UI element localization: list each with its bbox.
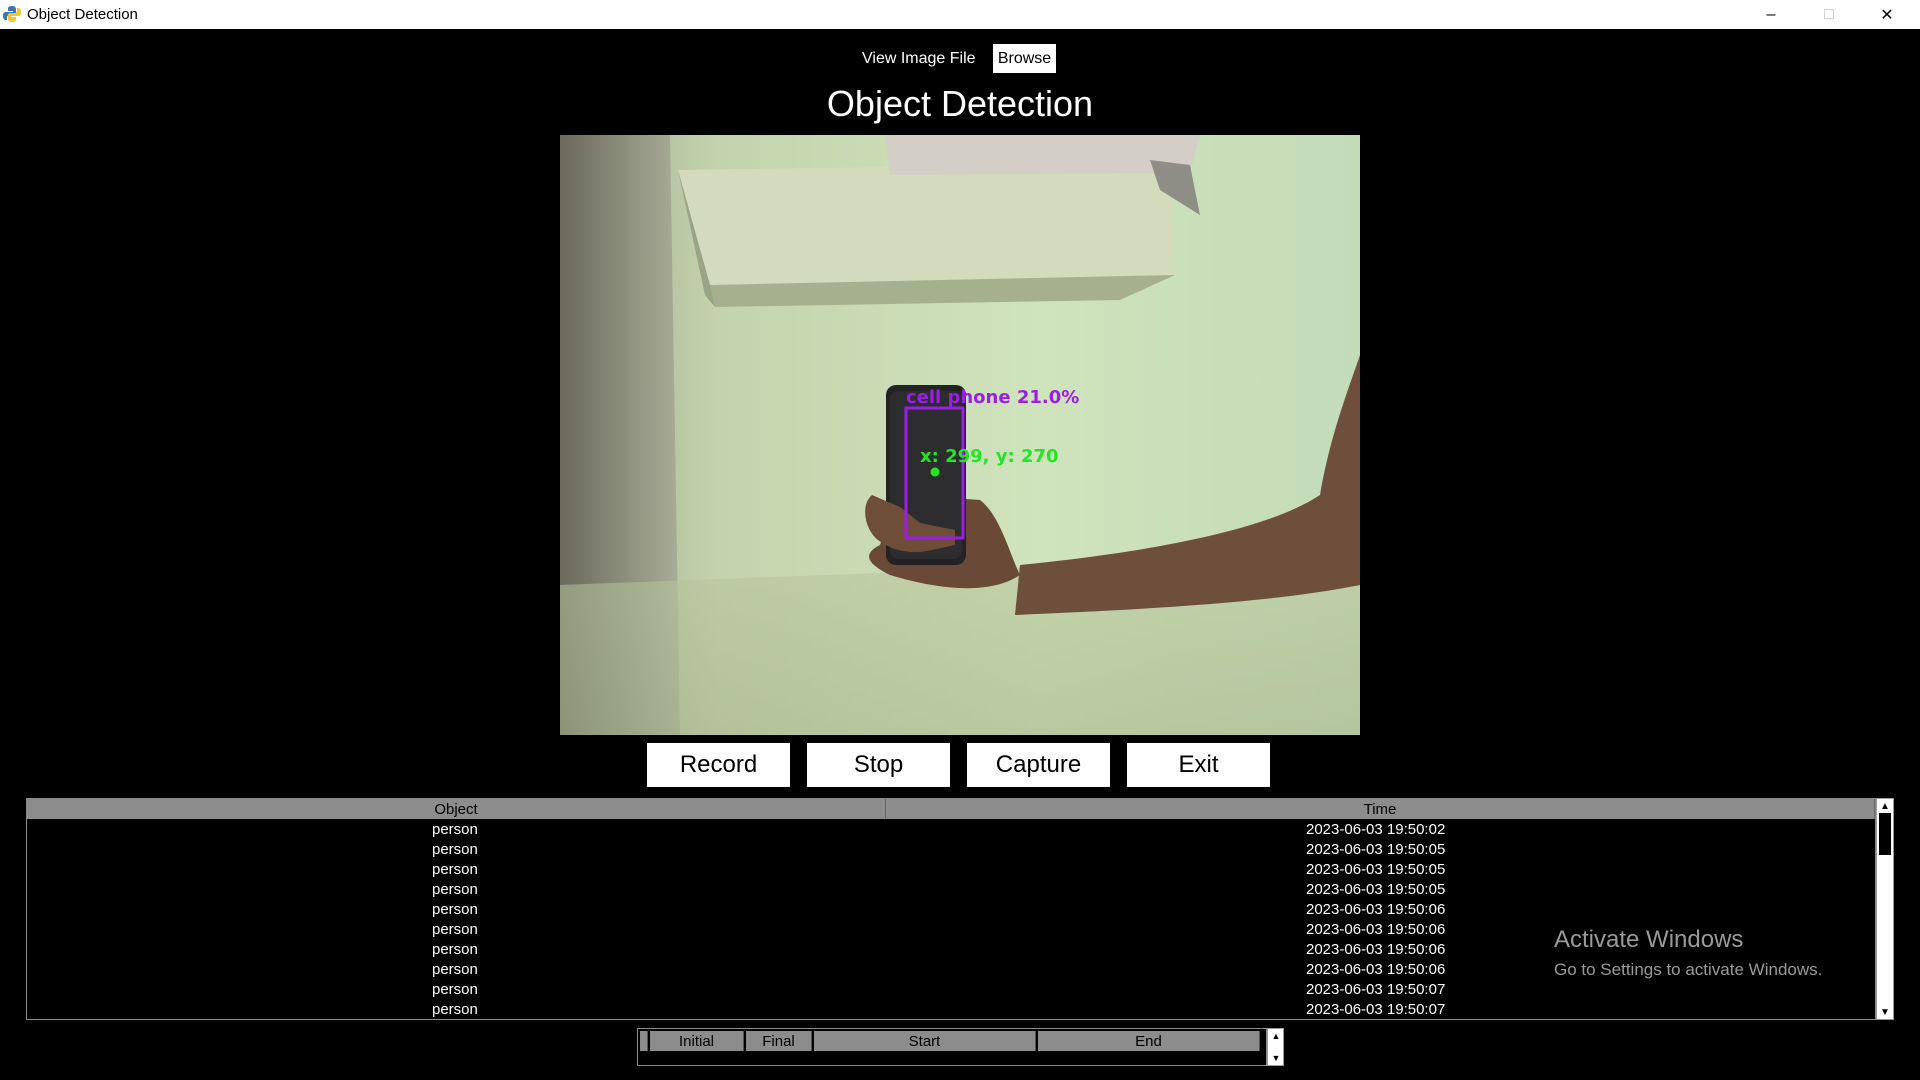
activate-windows-title: Activate Windows: [1554, 926, 1744, 953]
object-cell: person: [432, 1001, 478, 1018]
object-cell: person: [432, 901, 478, 918]
column-header-object[interactable]: Object: [27, 799, 886, 819]
object-cell: person: [432, 821, 478, 838]
scroll-down-icon[interactable]: ▼: [1268, 1052, 1284, 1064]
title-bar: Object Detection – □ ✕: [0, 0, 1920, 29]
time-cell: 2023-06-03 19:50:05: [1306, 881, 1446, 898]
table-row[interactable]: person 2023-06-03 19:50:05: [27, 880, 1875, 900]
time-cell: 2023-06-03 19:50:07: [1306, 1001, 1446, 1018]
column-header-blank: [640, 1031, 648, 1051]
session-table[interactable]: Initial Final Start End: [637, 1028, 1267, 1066]
object-cell: person: [432, 861, 478, 878]
maximize-button[interactable]: □: [1800, 0, 1858, 29]
table-row[interactable]: person 2023-06-03 19:50:05: [27, 840, 1875, 860]
session-scrollbar[interactable]: ▲ ▼: [1267, 1028, 1284, 1066]
time-cell: 2023-06-03 19:50:06: [1306, 901, 1446, 918]
column-header-initial[interactable]: Initial: [650, 1031, 744, 1051]
column-header-end[interactable]: End: [1038, 1031, 1260, 1051]
camera-feed: cell phone 21.0% x: 299, y: 270: [560, 135, 1360, 735]
time-cell: 2023-06-03 19:50:05: [1306, 841, 1446, 858]
column-header-start[interactable]: Start: [814, 1031, 1036, 1051]
detection-coordinates: x: 299, y: 270: [920, 446, 1059, 467]
camera-frame-image: cell phone 21.0% x: 299, y: 270: [560, 135, 1360, 735]
table-row[interactable]: person 2023-06-03 19:50:05: [27, 860, 1875, 880]
record-button[interactable]: Record: [646, 742, 791, 788]
python-icon: [3, 6, 21, 22]
object-cell: person: [432, 881, 478, 898]
time-cell: 2023-06-03 19:50:06: [1306, 921, 1446, 938]
log-rows: person 2023-06-03 19:50:02 person 2023-06-…: [27, 820, 1875, 1019]
object-cell: person: [432, 941, 478, 958]
scroll-up-icon[interactable]: ▲: [1268, 1030, 1284, 1042]
stop-button[interactable]: Stop: [806, 742, 951, 788]
window-title: Object Detection: [27, 6, 138, 23]
time-cell: 2023-06-03 19:50:05: [1306, 861, 1446, 878]
view-image-file-label: View Image File: [862, 50, 976, 67]
table-row[interactable]: person 2023-06-03 19:50:07: [27, 1000, 1875, 1019]
page-title: Object Detection: [826, 83, 1094, 124]
time-cell: 2023-06-03 19:50:06: [1306, 961, 1446, 978]
time-cell: 2023-06-03 19:50:06: [1306, 941, 1446, 958]
browse-button[interactable]: Browse: [992, 43, 1057, 74]
scroll-down-icon[interactable]: ▼: [1877, 1005, 1893, 1019]
log-scrollbar[interactable]: ▲ ▼: [1876, 798, 1894, 1020]
object-cell: person: [432, 981, 478, 998]
column-header-time[interactable]: Time: [886, 799, 1875, 819]
time-cell: 2023-06-03 19:50:07: [1306, 981, 1446, 998]
activate-windows-subtitle: Go to Settings to activate Windows.: [1554, 960, 1823, 979]
detection-log-table[interactable]: Object Time person 2023-06-03 19:50:02 pe…: [26, 798, 1876, 1020]
object-cell: person: [432, 841, 478, 858]
column-header-final[interactable]: Final: [746, 1031, 812, 1051]
exit-button[interactable]: Exit: [1126, 742, 1271, 788]
scroll-up-icon[interactable]: ▲: [1877, 799, 1893, 813]
table-row[interactable]: person 2023-06-03 19:50:02: [27, 820, 1875, 840]
scroll-thumb[interactable]: [1879, 813, 1891, 855]
time-cell: 2023-06-03 19:50:02: [1306, 821, 1446, 838]
object-cell: person: [432, 921, 478, 938]
capture-button[interactable]: Capture: [966, 742, 1111, 788]
detection-center-point: [930, 467, 940, 477]
close-button[interactable]: ✕: [1858, 0, 1916, 29]
object-cell: person: [432, 961, 478, 978]
table-row[interactable]: person 2023-06-03 19:50:07: [27, 980, 1875, 1000]
table-row[interactable]: person 2023-06-03 19:50:06: [27, 900, 1875, 920]
detection-label: cell phone 21.0%: [906, 387, 1079, 408]
minimize-button[interactable]: –: [1742, 0, 1800, 29]
